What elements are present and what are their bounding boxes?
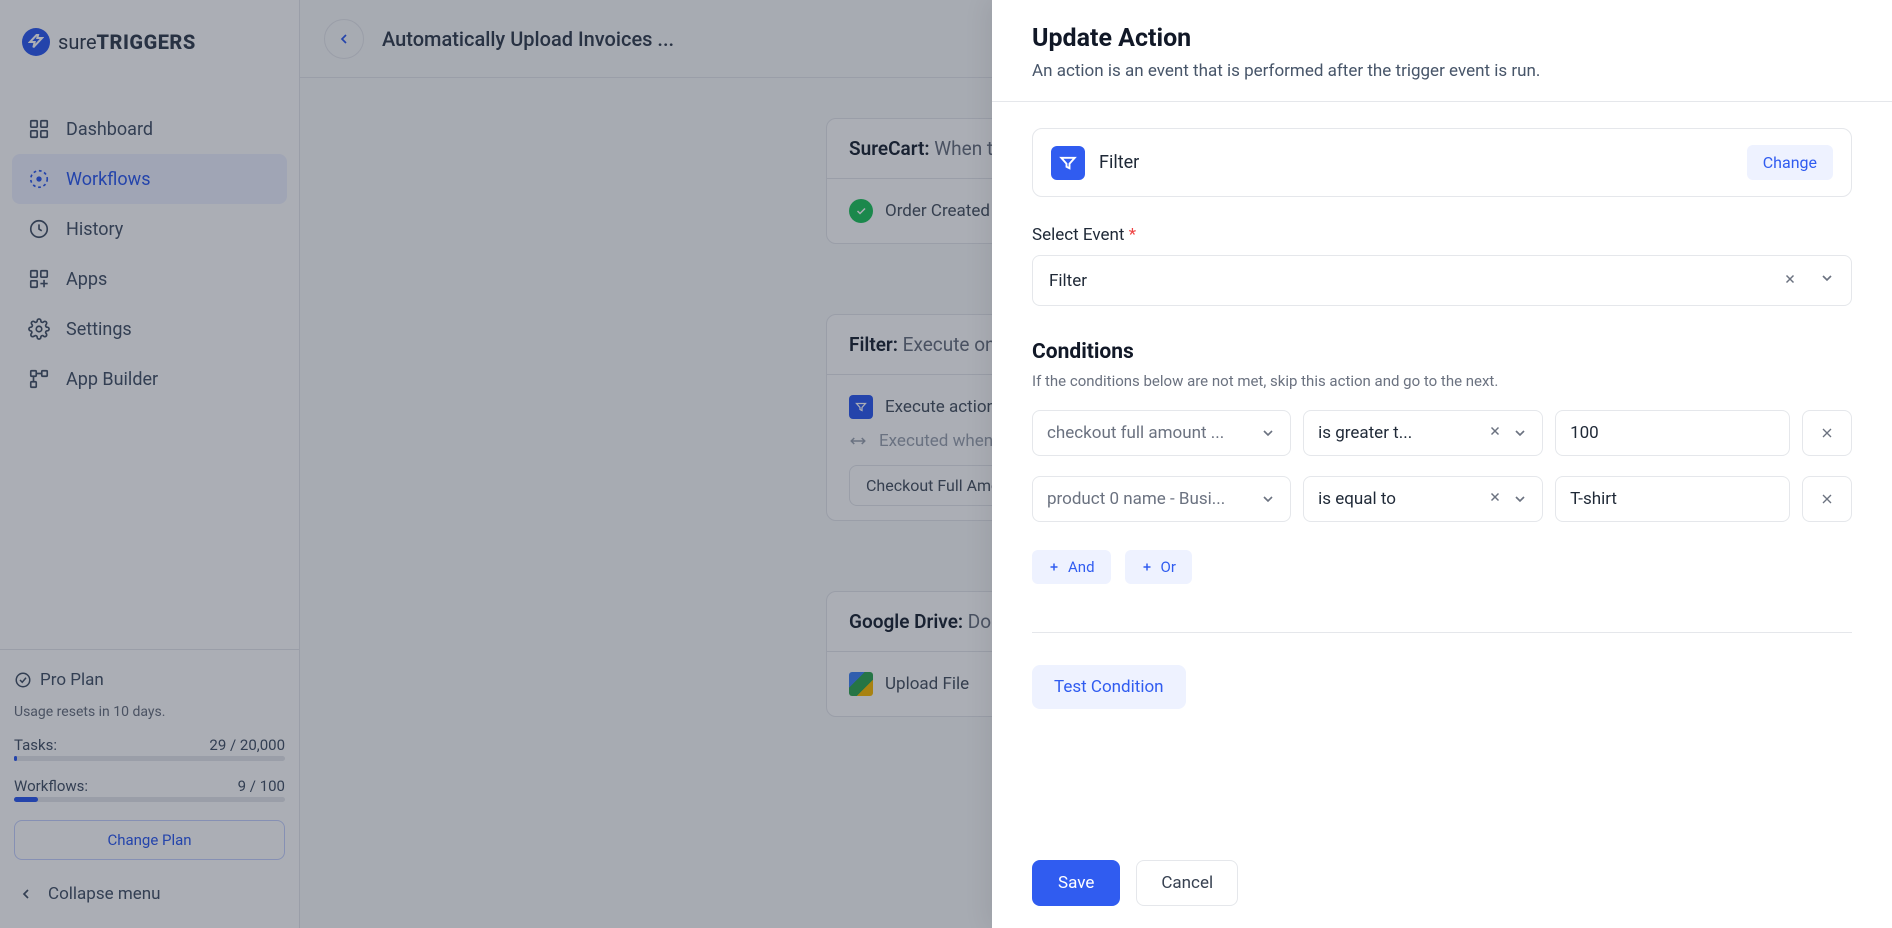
filter-icon [1051,146,1085,180]
chevron-down-icon [1512,491,1528,507]
cancel-button[interactable]: Cancel [1136,860,1238,906]
chevron-down-icon [1260,491,1276,507]
divider [1032,632,1852,633]
remove-condition-button[interactable] [1802,476,1852,522]
conditions-heading: Conditions [1032,340,1852,364]
panel-subtitle: An action is an event that is performed … [1032,61,1852,81]
remove-condition-button[interactable] [1802,410,1852,456]
action-type-box: Filter Change [1032,128,1852,197]
plus-icon [1141,561,1153,573]
chevron-down-icon [1260,425,1276,441]
add-or-button[interactable]: Or [1125,550,1192,584]
test-condition-button[interactable]: Test Condition [1032,665,1186,709]
add-and-button[interactable]: And [1032,550,1111,584]
condition-row-2: product 0 name - Busi... is equal to [1032,476,1852,522]
close-icon [1819,491,1835,507]
clear-icon[interactable] [1478,423,1512,443]
select-event-label: Select Event * [1032,225,1852,245]
save-button[interactable]: Save [1032,860,1120,906]
condition-operator-select[interactable]: is equal to [1303,476,1543,522]
update-action-panel: Update Action An action is an event that… [992,0,1892,928]
close-icon [1819,425,1835,441]
condition-value-input[interactable] [1555,476,1790,522]
conditions-subtext: If the conditions below are not met, ski… [1032,372,1852,390]
chevron-down-icon [1512,425,1528,441]
condition-field-select[interactable]: product 0 name - Busi... [1032,476,1291,522]
clear-icon[interactable] [1773,271,1807,291]
change-button[interactable]: Change [1747,145,1833,180]
panel-title: Update Action [1032,24,1852,53]
condition-row-1: checkout full amount ... is greater t... [1032,410,1852,456]
plus-icon [1048,561,1060,573]
select-event-dropdown[interactable]: Filter [1032,255,1852,306]
condition-field-select[interactable]: checkout full amount ... [1032,410,1291,456]
chevron-down-icon[interactable] [1807,270,1835,291]
condition-operator-select[interactable]: is greater t... [1303,410,1543,456]
condition-value-input[interactable] [1555,410,1790,456]
clear-icon[interactable] [1478,489,1512,509]
action-type-label: Filter [1099,152,1139,173]
